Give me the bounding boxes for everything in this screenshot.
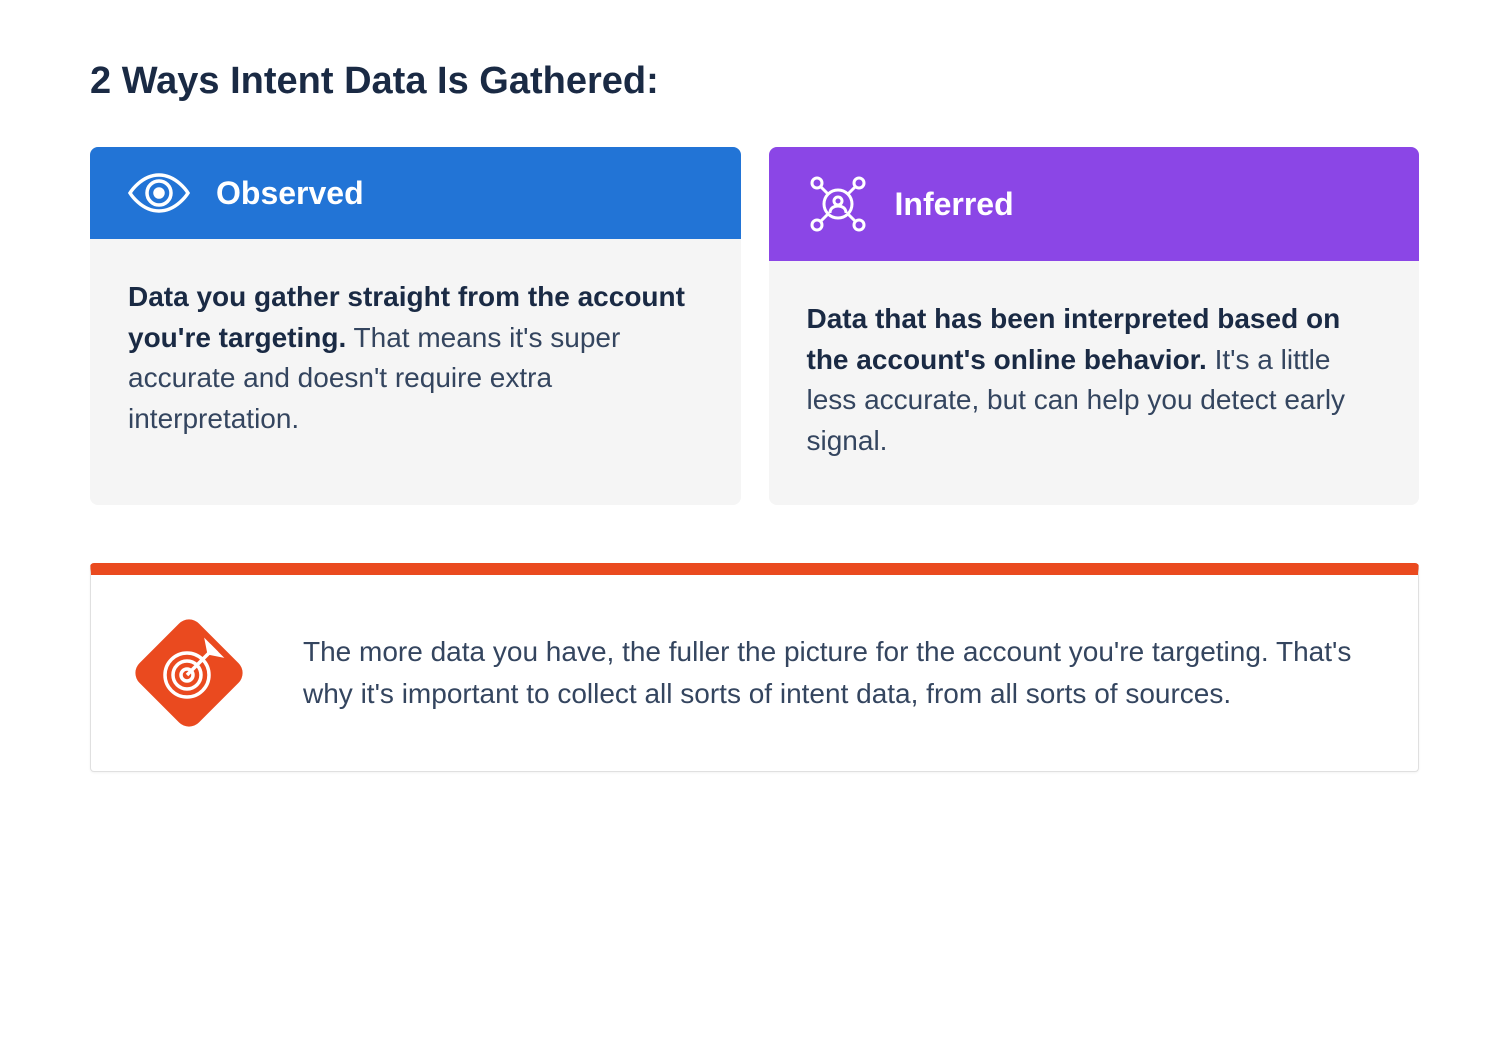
observed-card: Observed Data you gather straight from t…: [90, 147, 741, 505]
inferred-card-header: Inferred: [769, 147, 1420, 261]
inferred-card-title: Inferred: [895, 186, 1014, 223]
callout-text: The more data you have, the fuller the p…: [303, 631, 1364, 715]
callout-card: The more data you have, the fuller the p…: [90, 563, 1419, 772]
eye-icon: [126, 171, 192, 215]
observed-card-header: Observed: [90, 147, 741, 239]
inferred-card-body: Data that has been interpreted based on …: [769, 261, 1420, 505]
inferred-card: Inferred Data that has been interpreted …: [769, 147, 1420, 505]
target-icon: [129, 613, 249, 733]
observed-card-body: Data you gather straight from the accoun…: [90, 239, 741, 483]
network-icon: [805, 171, 871, 237]
cards-row: Observed Data you gather straight from t…: [90, 147, 1419, 505]
page-title: 2 Ways Intent Data Is Gathered:: [90, 60, 1419, 103]
observed-card-title: Observed: [216, 175, 364, 212]
